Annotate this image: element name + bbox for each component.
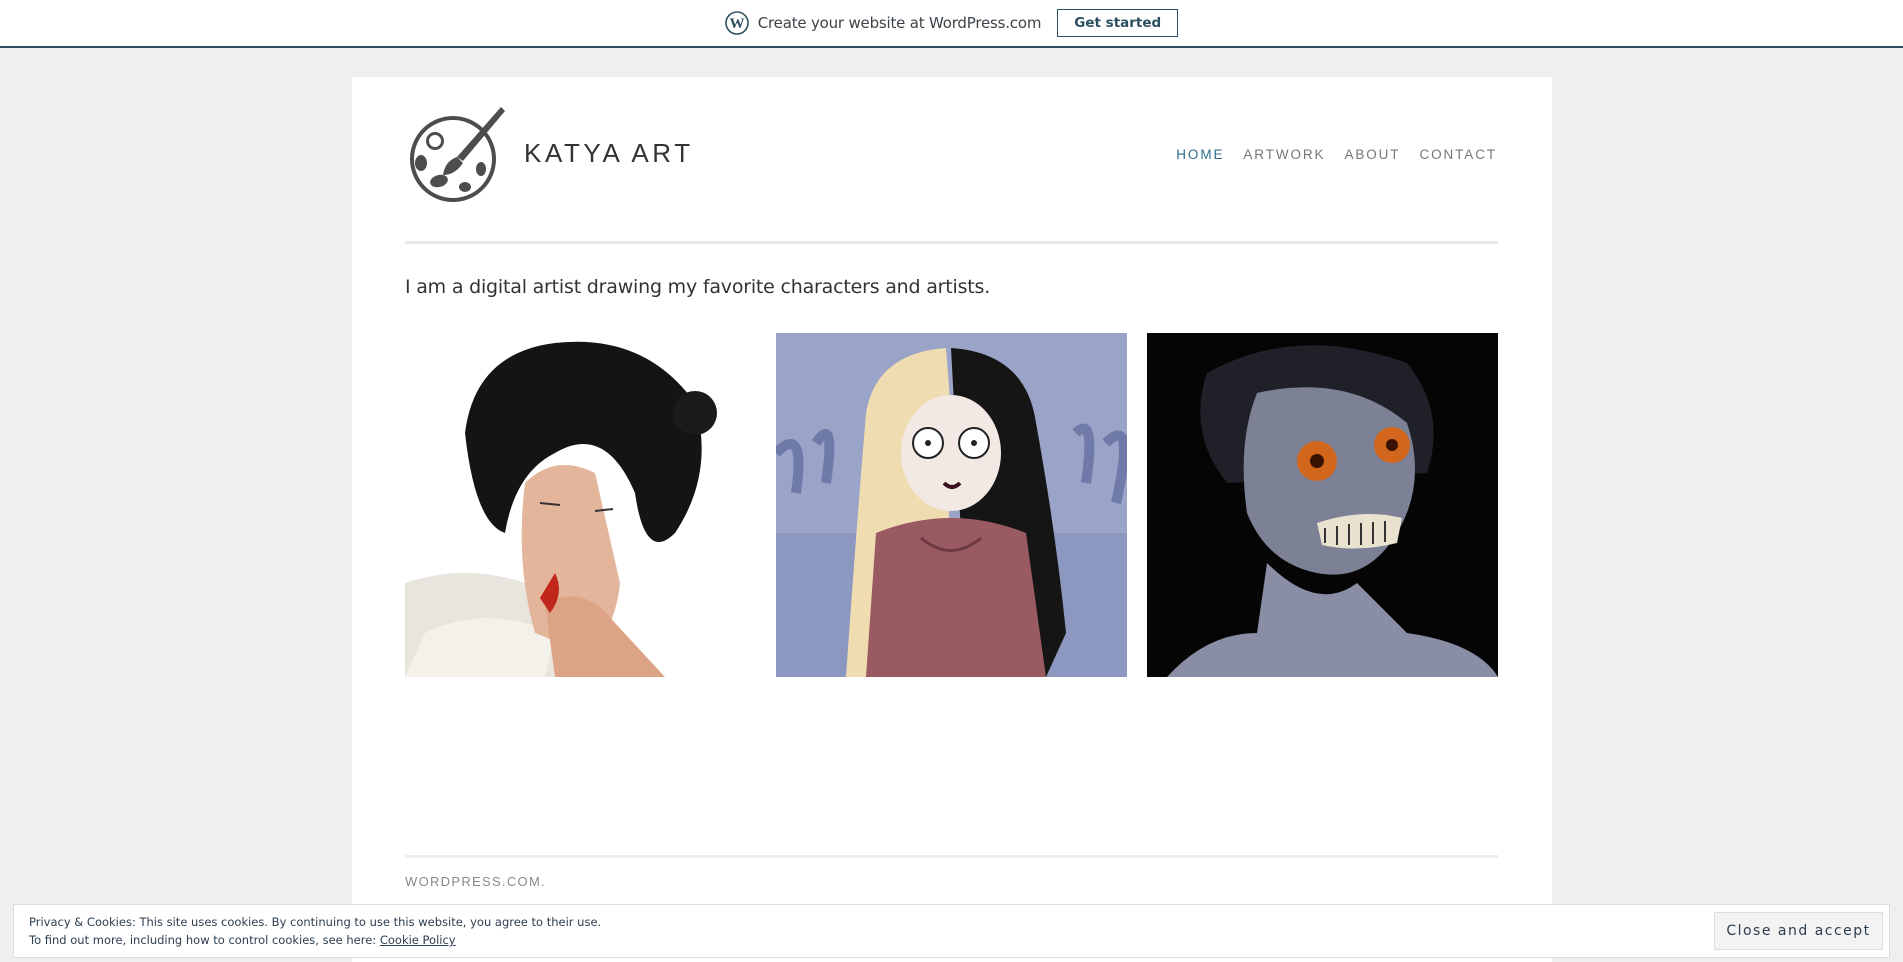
wordpress-promo-text[interactable]: Create your website at WordPress.com: [758, 14, 1042, 32]
close-and-accept-button[interactable]: Close and accept: [1714, 912, 1883, 950]
page-container: KATYA ART HOME ARTWORK ABOUT CONTACT I a…: [352, 77, 1552, 962]
get-started-button[interactable]: Get started: [1057, 9, 1179, 37]
cookie-line-1: Privacy & Cookies: This site uses cookie…: [29, 915, 602, 929]
nav-item-home[interactable]: HOME: [1176, 147, 1224, 162]
gallery-image-girl[interactable]: [776, 333, 1127, 677]
intro-text: I am a digital artist drawing my favorit…: [405, 276, 991, 298]
header-divider: [405, 241, 1498, 244]
artwork-gallery: [405, 333, 1498, 677]
site-logo[interactable]: [405, 103, 507, 205]
nav-item-artwork[interactable]: ARTWORK: [1243, 147, 1325, 162]
main-navigation: HOME ARTWORK ABOUT CONTACT: [1176, 147, 1497, 162]
nav-item-contact[interactable]: CONTACT: [1419, 147, 1497, 162]
footer-divider: [405, 855, 1498, 858]
paint-palette-brush-icon: [410, 107, 505, 202]
svg-text:W: W: [729, 16, 744, 32]
gallery-image-shinigami[interactable]: [1147, 333, 1498, 677]
nav-item-about[interactable]: ABOUT: [1344, 147, 1400, 162]
gallery-image-woman[interactable]: [405, 333, 756, 677]
cookie-banner: Privacy & Cookies: This site uses cookie…: [13, 904, 1890, 958]
wordpress-logo-icon[interactable]: W: [724, 11, 749, 35]
footer-credit-link[interactable]: WORDPRESS.COM.: [405, 874, 546, 889]
cookie-line-2-text: To find out more, including how to contr…: [29, 933, 377, 947]
wordpress-promo-bar: W Create your website at WordPress.com G…: [0, 0, 1903, 48]
cookie-policy-link[interactable]: Cookie Policy: [380, 933, 456, 947]
cookie-text: Privacy & Cookies: This site uses cookie…: [29, 913, 601, 949]
cookie-line-2: To find out more, including how to contr…: [29, 931, 601, 949]
site-title[interactable]: KATYA ART: [524, 138, 694, 169]
